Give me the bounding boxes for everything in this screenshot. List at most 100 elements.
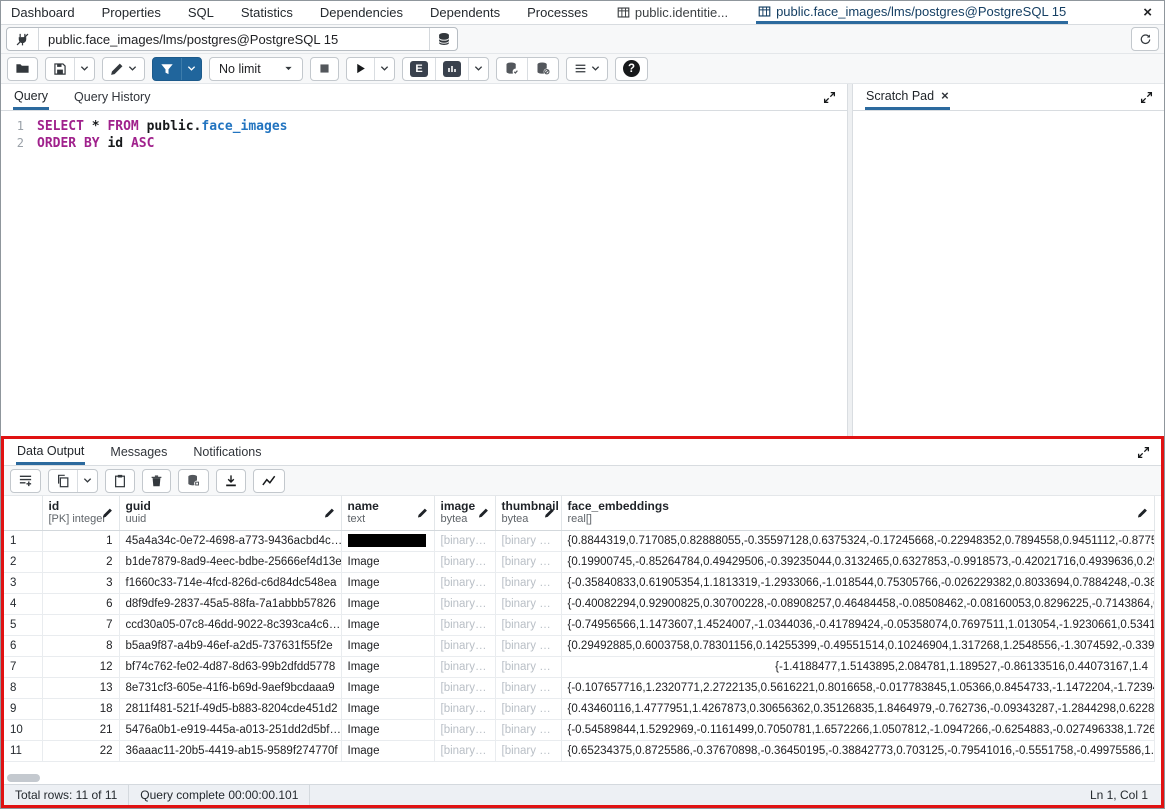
menu-item-sql[interactable]: SQL bbox=[188, 1, 214, 24]
cell-thumbnail[interactable]: [binary data] bbox=[495, 530, 561, 551]
close-icon[interactable]: × bbox=[1143, 1, 1152, 24]
cell-name[interactable]: Image bbox=[341, 593, 434, 614]
sql-editor-code[interactable]: 1SELECT * FROM public.face_images2ORDER … bbox=[1, 111, 847, 436]
cell-guid[interactable]: 8e731cf3-605e-41f6-b69d-9aef9bcdaaa9 bbox=[119, 677, 341, 698]
table-row[interactable]: 1145a4a34c-0e72-4698-a773-9436acbd4c…[bi… bbox=[4, 530, 1155, 551]
cell-id[interactable]: 2 bbox=[42, 551, 119, 572]
save-file-button[interactable] bbox=[46, 58, 74, 80]
cell-id[interactable]: 6 bbox=[42, 593, 119, 614]
edit-pencil-icon[interactable] bbox=[102, 507, 113, 518]
commit-button[interactable] bbox=[497, 58, 527, 80]
menu-item-dependents[interactable]: Dependents bbox=[430, 1, 500, 24]
cell-name[interactable]: Image bbox=[341, 740, 434, 761]
doc-tab-identities[interactable]: public.identitie... bbox=[615, 1, 730, 24]
row-number-cell[interactable]: 10 bbox=[4, 719, 42, 740]
cell-guid[interactable]: d8f9dfe9-2837-45a5-88fa-7a1abbb57826 bbox=[119, 593, 341, 614]
row-number-cell[interactable]: 5 bbox=[4, 614, 42, 635]
cell-image[interactable]: [binary data] bbox=[434, 740, 495, 761]
menu-item-properties[interactable]: Properties bbox=[102, 1, 161, 24]
cell-id[interactable]: 3 bbox=[42, 572, 119, 593]
cell-guid[interactable]: b1de7879-8ad9-4eec-bdbe-25666ef4d13e bbox=[119, 551, 341, 572]
cell-name[interactable]: Image bbox=[341, 677, 434, 698]
row-number-cell[interactable]: 1 bbox=[4, 530, 42, 551]
cell-guid[interactable]: f1660c33-714e-4fcd-826d-c6d84dc548ea bbox=[119, 572, 341, 593]
save-options-chevron[interactable] bbox=[74, 58, 94, 80]
cell-thumbnail[interactable]: [binary data] bbox=[495, 740, 561, 761]
reset-query-button[interactable] bbox=[1131, 27, 1159, 51]
menu-item-dashboard[interactable]: Dashboard bbox=[11, 1, 75, 24]
cell-face-embeddings[interactable]: {-0.40082294,0.92900825,0.30700228,-0.08… bbox=[561, 593, 1155, 614]
row-limit-select[interactable]: No limit bbox=[210, 58, 302, 80]
cell-name[interactable]: Image bbox=[341, 614, 434, 635]
menu-item-dependencies[interactable]: Dependencies bbox=[320, 1, 403, 24]
row-number-cell[interactable]: 8 bbox=[4, 677, 42, 698]
cell-thumbnail[interactable]: [binary data] bbox=[495, 551, 561, 572]
expand-icon[interactable] bbox=[823, 84, 836, 110]
edit-menu-button[interactable] bbox=[103, 58, 144, 80]
cell-image[interactable]: [binary data] bbox=[434, 551, 495, 572]
cell-face-embeddings[interactable]: {-1.4188477,1.5143895,2.084781,1.189527,… bbox=[561, 656, 1155, 677]
cell-id[interactable]: 12 bbox=[42, 656, 119, 677]
paste-button[interactable] bbox=[106, 470, 134, 492]
cell-id[interactable]: 18 bbox=[42, 698, 119, 719]
tab-scratch-pad[interactable]: Scratch Pad × bbox=[865, 84, 950, 110]
help-button[interactable]: ? bbox=[616, 58, 647, 80]
cell-guid[interactable]: 36aaac11-20b5-4419-ab15-9589f274770f bbox=[119, 740, 341, 761]
column-header-name[interactable]: nametext bbox=[341, 496, 434, 530]
filter-options-chevron[interactable] bbox=[181, 58, 201, 80]
cell-id[interactable]: 7 bbox=[42, 614, 119, 635]
cancel-query-button[interactable] bbox=[311, 58, 338, 80]
row-number-cell[interactable]: 2 bbox=[4, 551, 42, 572]
row-number-cell[interactable]: 9 bbox=[4, 698, 42, 719]
row-number-cell[interactable]: 11 bbox=[4, 740, 42, 761]
cell-guid[interactable]: ccd30a05-07c8-46dd-9022-8c393ca4c6… bbox=[119, 614, 341, 635]
cell-thumbnail[interactable]: [binary data] bbox=[495, 572, 561, 593]
column-header-id[interactable]: id[PK] integer bbox=[42, 496, 119, 530]
tab-query-history[interactable]: Query History bbox=[73, 84, 151, 110]
row-number-cell[interactable]: 3 bbox=[4, 572, 42, 593]
table-row[interactable]: 46d8f9dfe9-2837-45a5-88fa-7a1abbb57826Im… bbox=[4, 593, 1155, 614]
cell-id[interactable]: 22 bbox=[42, 740, 119, 761]
graph-visualiser-button[interactable] bbox=[254, 470, 284, 492]
cell-face-embeddings[interactable]: {-0.74956566,1.1473607,1.4524007,-1.0344… bbox=[561, 614, 1155, 635]
cell-id[interactable]: 1 bbox=[42, 530, 119, 551]
filter-button[interactable] bbox=[153, 58, 181, 80]
grid-corner-cell[interactable] bbox=[4, 496, 42, 530]
execute-options-chevron[interactable] bbox=[374, 58, 394, 80]
cell-image[interactable]: [binary data] bbox=[434, 719, 495, 740]
cell-guid[interactable]: b5aa9f87-a4b9-46ef-a2d5-737631f55f2e bbox=[119, 635, 341, 656]
cell-guid[interactable]: 5476a0b1-e919-445a-a013-251dd2d5bf… bbox=[119, 719, 341, 740]
edit-pencil-icon[interactable] bbox=[324, 507, 335, 518]
column-header-face_embeddings[interactable]: face_embeddingsreal[] bbox=[561, 496, 1155, 530]
cell-name[interactable]: Image bbox=[341, 719, 434, 740]
cell-thumbnail[interactable]: [binary data] bbox=[495, 677, 561, 698]
tab-messages[interactable]: Messages bbox=[109, 439, 168, 465]
row-number-cell[interactable]: 6 bbox=[4, 635, 42, 656]
scratch-pad-textarea[interactable] bbox=[853, 111, 1164, 436]
cell-thumbnail[interactable]: [binary data] bbox=[495, 719, 561, 740]
add-row-button[interactable] bbox=[11, 470, 40, 492]
explain-options-chevron[interactable] bbox=[468, 58, 488, 80]
table-row[interactable]: 10215476a0b1-e919-445a-a013-251dd2d5bf…I… bbox=[4, 719, 1155, 740]
column-header-guid[interactable]: guiduuid bbox=[119, 496, 341, 530]
column-header-image[interactable]: imagebytea bbox=[434, 496, 495, 530]
cell-name[interactable] bbox=[341, 530, 434, 551]
expand-icon[interactable] bbox=[1140, 84, 1153, 110]
cell-thumbnail[interactable]: [binary data] bbox=[495, 593, 561, 614]
table-row[interactable]: 8138e731cf3-605e-41f6-b69d-9aef9bcdaaa9I… bbox=[4, 677, 1155, 698]
cell-name[interactable]: Image bbox=[341, 635, 434, 656]
tab-notifications[interactable]: Notifications bbox=[192, 439, 262, 465]
table-row[interactable]: 33f1660c33-714e-4fcd-826d-c6d84dc548eaIm… bbox=[4, 572, 1155, 593]
cell-face-embeddings[interactable]: {-0.35840833,0.61905354,1.1813319,-1.293… bbox=[561, 572, 1155, 593]
rollback-button[interactable] bbox=[527, 58, 558, 80]
explain-button[interactable]: E bbox=[403, 58, 435, 80]
cell-name[interactable]: Image bbox=[341, 572, 434, 593]
cell-thumbnail[interactable]: [binary data] bbox=[495, 614, 561, 635]
explain-analyze-button[interactable] bbox=[435, 58, 468, 80]
cell-guid[interactable]: 45a4a34c-0e72-4698-a773-9436acbd4c… bbox=[119, 530, 341, 551]
cell-id[interactable]: 13 bbox=[42, 677, 119, 698]
cell-guid[interactable]: 2811f481-521f-49d5-b883-8204cde451d2 bbox=[119, 698, 341, 719]
delete-row-button[interactable] bbox=[143, 470, 170, 492]
connection-status-icon[interactable] bbox=[7, 28, 39, 50]
table-row[interactable]: 9182811f481-521f-49d5-b883-8204cde451d2I… bbox=[4, 698, 1155, 719]
